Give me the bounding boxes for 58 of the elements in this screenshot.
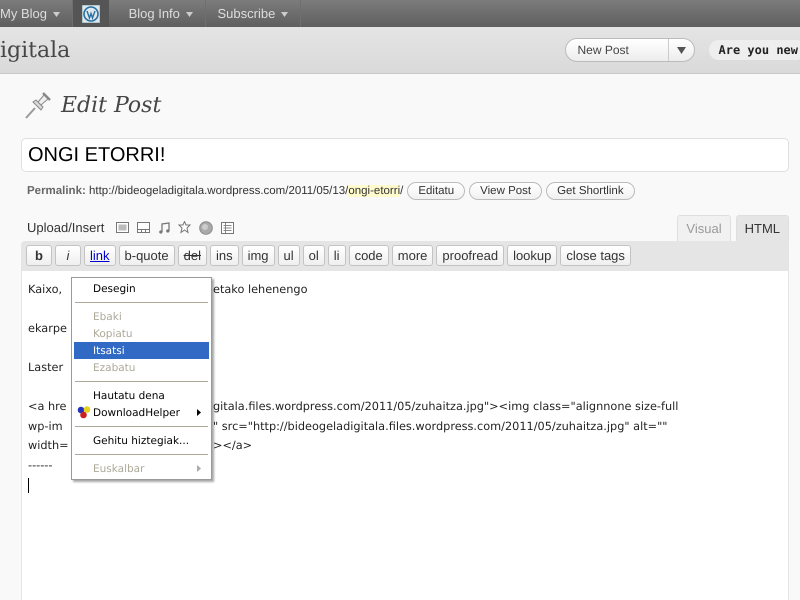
circle-icon[interactable]	[199, 220, 214, 234]
permalink-button[interactable]: Editatu	[407, 182, 466, 200]
quicktag-button[interactable]: code	[348, 245, 389, 266]
quicktag-button[interactable]: ul	[278, 245, 300, 266]
upload-insert-label: Upload/Insert	[27, 220, 104, 235]
permalink-button[interactable]: View Post	[469, 182, 542, 200]
quicktag-button[interactable]: lookup	[507, 245, 558, 266]
title-field[interactable]: ONGI ETORRI!	[21, 138, 789, 172]
wordpress-logo-icon[interactable]	[72, 0, 109, 27]
submenu-arrow-icon	[197, 409, 201, 416]
colored-balls-icon	[77, 405, 91, 419]
dropdown-arrow-icon	[52, 12, 60, 18]
permalink-button[interactable]: Get Shortlink	[546, 182, 635, 200]
promo-link[interactable]: Are you new	[708, 40, 800, 60]
menu-item[interactable]: Itsatsi	[74, 342, 209, 359]
editor-text: ></a>	[213, 438, 252, 454]
html-editor[interactable]	[21, 270, 789, 600]
quicktag-button[interactable]: ins	[210, 245, 239, 266]
quicktag-button[interactable]: li	[328, 245, 346, 266]
quicktag-button[interactable]: b-quote	[118, 245, 175, 266]
editor-text: ekarpe	[28, 322, 67, 335]
editor-text: ------	[28, 458, 52, 472]
permalink-text: Permalink: http://bideogeladigitala.wordpress.com/2011/05/13/ongi-etorri/	[27, 185, 404, 197]
quicktag-button[interactable]: b	[26, 245, 52, 266]
menu-item[interactable]: DownloadHelper	[74, 404, 209, 421]
dropdown-arrow-icon	[186, 12, 193, 18]
editor-text: etako lehenengo	[213, 282, 308, 298]
quicktag-button[interactable]: img	[242, 245, 275, 266]
blog-title: igitala	[0, 38, 70, 62]
pushpin-icon	[23, 90, 53, 120]
submenu-arrow-icon	[197, 465, 201, 472]
music-note-icon[interactable]	[158, 222, 170, 234]
quicktag-button[interactable]: close tags	[560, 245, 631, 266]
editor-text: width=	[28, 439, 69, 452]
film-icon[interactable]	[137, 222, 150, 233]
menu-item[interactable]: Gehitu hiztegiak...	[74, 432, 209, 449]
editor-text: <a hre	[28, 400, 66, 413]
quicktag-button[interactable]: i	[55, 245, 81, 266]
quicktag-button[interactable]: link	[84, 245, 116, 266]
new-post-button[interactable]: New Post	[564, 38, 695, 62]
editor-text: gitala.files.wordpress.com/2011/05/zuhaitza.jpg"><img class="alignnone size-full	[213, 399, 678, 415]
editor-tab[interactable]: HTML	[736, 215, 789, 241]
image-icon[interactable]	[116, 222, 130, 233]
editor-text: " src="http://bideogeladigitala.files.wordpress.com/2011/05/zuhaitza.jpg" alt=""	[213, 418, 668, 434]
page-title: Edit Post	[61, 92, 162, 118]
menu-item[interactable]: Desegin	[74, 280, 209, 297]
text-cursor	[28, 478, 29, 493]
editor-text: wp-im	[28, 420, 63, 432]
editor-text: Laster	[28, 361, 64, 374]
dropdown-arrow-icon	[280, 12, 288, 18]
star-icon[interactable]	[178, 221, 192, 234]
quicktag-button[interactable]: del	[178, 245, 207, 266]
quicktag-button[interactable]: ol	[302, 245, 325, 266]
menu-item[interactable]: Hautatu dena	[74, 387, 209, 404]
editor-text: Kaixo,	[28, 283, 62, 296]
form-icon[interactable]	[221, 222, 234, 234]
quicktag-button[interactable]: more	[392, 245, 434, 266]
quicktag-button[interactable]: proofread	[436, 245, 504, 266]
